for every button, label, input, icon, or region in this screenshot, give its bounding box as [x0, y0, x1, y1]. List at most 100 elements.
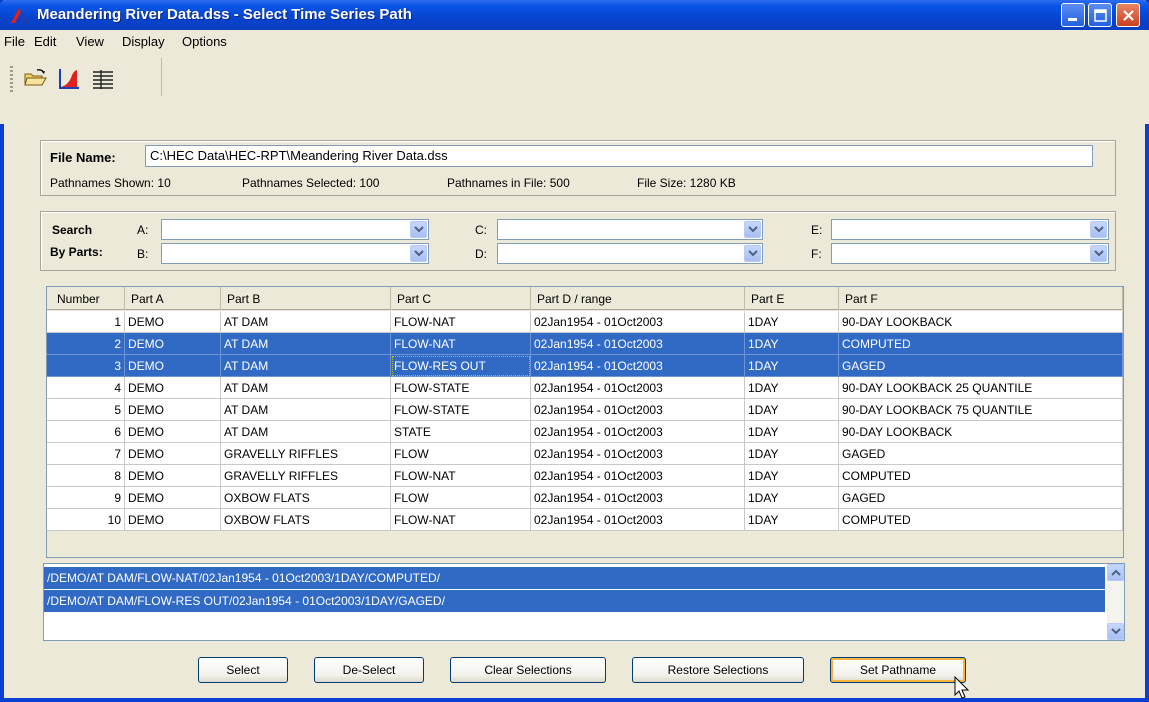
menu-options[interactable]: Options — [182, 34, 227, 49]
cell-part-a[interactable]: DEMO — [125, 333, 221, 355]
part-f-dropdown[interactable] — [1090, 245, 1107, 262]
cell-number[interactable]: 5 — [47, 399, 125, 421]
cell-part-d[interactable]: 02Jan1954 - 01Oct2003 — [531, 333, 745, 355]
cell-part-e[interactable]: 1DAY — [745, 421, 839, 443]
cell-part-f[interactable]: COMPUTED — [839, 509, 1123, 531]
selected-path-2[interactable]: /DEMO/AT DAM/FLOW-RES OUT/02Jan1954 - 01… — [44, 590, 1105, 612]
cell-part-f[interactable]: 90-DAY LOOKBACK — [839, 421, 1123, 443]
table-row[interactable]: 4 DEMO AT DAM FLOW-STATE 02Jan1954 - 01Oct20… — [47, 377, 1123, 399]
cell-part-d[interactable]: 02Jan1954 - 01Oct2003 — [531, 443, 745, 465]
cell-part-e[interactable]: 1DAY — [745, 465, 839, 487]
scroll-up-button[interactable] — [1107, 564, 1124, 581]
cell-part-b[interactable]: AT DAM — [221, 399, 391, 421]
minimize-button[interactable] — [1061, 3, 1085, 27]
cell-part-b[interactable]: AT DAM — [221, 421, 391, 443]
column-header-part-b[interactable]: Part B — [221, 287, 391, 310]
column-header-part-d[interactable]: Part D / range — [531, 287, 745, 310]
cell-part-f[interactable]: COMPUTED — [839, 465, 1123, 487]
cell-part-d[interactable]: 02Jan1954 - 01Oct2003 — [531, 355, 745, 377]
cell-part-a[interactable]: DEMO — [125, 487, 221, 509]
table-row[interactable]: 1 DEMO AT DAM FLOW-NAT 02Jan1954 - 01Oct2003… — [47, 311, 1123, 333]
plot-icon[interactable] — [56, 66, 82, 92]
cell-part-a[interactable]: DEMO — [125, 421, 221, 443]
cell-part-b[interactable]: OXBOW FLATS — [221, 509, 391, 531]
cell-part-b[interactable]: AT DAM — [221, 355, 391, 377]
cell-part-d[interactable]: 02Jan1954 - 01Oct2003 — [531, 311, 745, 333]
cell-number[interactable]: 9 — [47, 487, 125, 509]
table-row[interactable]: 9 DEMO OXBOW FLATS FLOW 02Jan1954 - 01Oct200… — [47, 487, 1123, 509]
cell-part-f[interactable]: GAGED — [839, 487, 1123, 509]
column-header-part-e[interactable]: Part E — [745, 287, 839, 310]
part-e-dropdown[interactable] — [1090, 221, 1107, 238]
part-e-combo[interactable] — [831, 219, 1109, 240]
table-row[interactable]: 7 DEMO GRAVELLY RIFFLES FLOW 02Jan1954 - 01O… — [47, 443, 1123, 465]
selected-pathnames-list[interactable]: /DEMO/AT DAM/FLOW-NAT/02Jan1954 - 01Oct2… — [43, 563, 1125, 641]
cell-part-d[interactable]: 02Jan1954 - 01Oct2003 — [531, 487, 745, 509]
file-name-field[interactable]: C:\HEC Data\HEC-RPT\Meandering River Dat… — [145, 145, 1093, 167]
scroll-down-button[interactable] — [1107, 623, 1124, 640]
cell-part-f[interactable]: GAGED — [839, 355, 1123, 377]
cell-part-a[interactable]: DEMO — [125, 377, 221, 399]
cell-number[interactable]: 8 — [47, 465, 125, 487]
cell-number[interactable]: 10 — [47, 509, 125, 531]
cell-part-b[interactable]: GRAVELLY RIFFLES — [221, 443, 391, 465]
cell-part-b[interactable]: AT DAM — [221, 333, 391, 355]
cell-part-c[interactable]: FLOW — [391, 487, 531, 509]
part-a-dropdown[interactable] — [410, 221, 427, 238]
cell-part-e[interactable]: 1DAY — [745, 311, 839, 333]
cell-number[interactable]: 3 — [47, 355, 125, 377]
part-b-dropdown[interactable] — [410, 245, 427, 262]
cell-part-c[interactable]: FLOW — [391, 443, 531, 465]
pathlist-scrollbar[interactable] — [1107, 564, 1124, 640]
column-header-part-c[interactable]: Part C — [391, 287, 531, 310]
part-c-dropdown[interactable] — [744, 221, 761, 238]
cell-part-c[interactable]: STATE — [391, 421, 531, 443]
open-folder-icon[interactable] — [22, 66, 48, 92]
toolbar-grip[interactable] — [10, 66, 13, 92]
cell-part-a[interactable]: DEMO — [125, 443, 221, 465]
column-header-part-a[interactable]: Part A — [125, 287, 221, 310]
cell-part-d[interactable]: 02Jan1954 - 01Oct2003 — [531, 421, 745, 443]
table-row[interactable]: 6 DEMO AT DAM STATE 02Jan1954 - 01Oct2003 1DA… — [47, 421, 1123, 443]
cell-part-f[interactable]: COMPUTED — [839, 333, 1123, 355]
deselect-button[interactable]: De-Select — [314, 657, 424, 683]
clear-selections-button[interactable]: Clear Selections — [450, 657, 606, 683]
part-c-combo[interactable] — [497, 219, 763, 240]
title-bar[interactable]: Meandering River Data.dss - Select Time … — [0, 0, 1149, 30]
table-row[interactable]: 10 DEMO OXBOW FLATS FLOW-NAT 02Jan1954 - 01O… — [47, 509, 1123, 531]
cell-part-c[interactable]: FLOW-NAT — [391, 311, 531, 333]
cell-number[interactable]: 6 — [47, 421, 125, 443]
cell-part-b[interactable]: AT DAM — [221, 311, 391, 333]
cell-part-b[interactable]: AT DAM — [221, 377, 391, 399]
cell-part-b[interactable]: OXBOW FLATS — [221, 487, 391, 509]
table-row[interactable]: 2 DEMO AT DAM FLOW-NAT 02Jan1954 - 01Oct2003… — [47, 333, 1123, 355]
cell-part-d[interactable]: 02Jan1954 - 01Oct2003 — [531, 465, 745, 487]
cell-part-c[interactable]: FLOW-NAT — [391, 465, 531, 487]
cell-part-e[interactable]: 1DAY — [745, 399, 839, 421]
menu-display[interactable]: Display — [122, 34, 165, 49]
tabulate-icon[interactable] — [90, 66, 116, 92]
cell-part-e[interactable]: 1DAY — [745, 333, 839, 355]
cell-part-e[interactable]: 1DAY — [745, 355, 839, 377]
table-row[interactable]: 5 DEMO AT DAM FLOW-STATE 02Jan1954 - 01Oct20… — [47, 399, 1123, 421]
cell-part-f[interactable]: 90-DAY LOOKBACK — [839, 311, 1123, 333]
menu-view[interactable]: View — [76, 34, 104, 49]
cell-number[interactable]: 4 — [47, 377, 125, 399]
cell-part-e[interactable]: 1DAY — [745, 377, 839, 399]
selected-path-1[interactable]: /DEMO/AT DAM/FLOW-NAT/02Jan1954 - 01Oct2… — [44, 567, 1105, 589]
cell-part-c[interactable]: FLOW-STATE — [391, 399, 531, 421]
cell-part-a[interactable]: DEMO — [125, 355, 221, 377]
column-header-part-f[interactable]: Part F — [839, 287, 1123, 310]
cell-part-c[interactable]: FLOW-NAT — [391, 509, 531, 531]
cell-part-e[interactable]: 1DAY — [745, 443, 839, 465]
cell-part-a[interactable]: DEMO — [125, 509, 221, 531]
cell-part-a[interactable]: DEMO — [125, 399, 221, 421]
column-header-number[interactable]: Number — [47, 287, 125, 310]
set-pathname-button[interactable]: Set Pathname — [830, 657, 966, 683]
cell-part-c[interactable]: FLOW-NAT — [391, 333, 531, 355]
cell-number[interactable]: 7 — [47, 443, 125, 465]
cell-part-b[interactable]: GRAVELLY RIFFLES — [221, 465, 391, 487]
cell-part-e[interactable]: 1DAY — [745, 509, 839, 531]
cell-part-c[interactable]: FLOW-STATE — [391, 377, 531, 399]
menu-file[interactable]: File — [4, 34, 25, 49]
